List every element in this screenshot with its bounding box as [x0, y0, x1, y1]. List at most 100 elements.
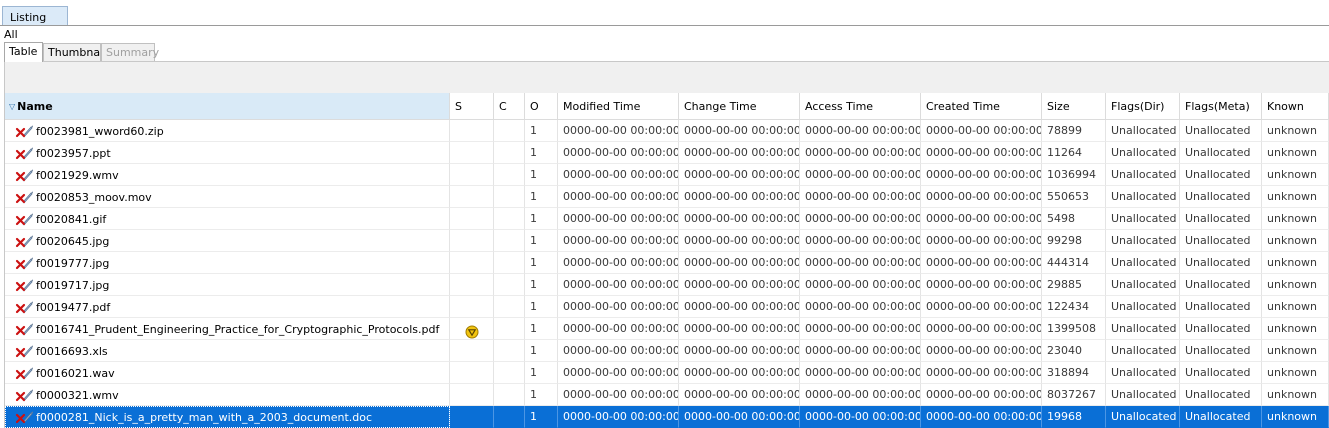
cell-s[interactable] [450, 318, 494, 340]
cell-c[interactable] [494, 208, 525, 230]
table-row[interactable]: f0019777.jpg 1 0000-00-00 00:00:00 0000-00-… [5, 252, 1329, 274]
cell-s[interactable] [450, 230, 494, 252]
cell-modified[interactable]: 0000-00-00 00:00:00 [558, 208, 679, 230]
cell-flags-meta[interactable]: Unallocated [1180, 208, 1262, 230]
cell-name[interactable]: f0016693.xls [5, 340, 450, 362]
cell-flags-meta[interactable]: Unallocated [1180, 274, 1262, 296]
cell-known[interactable]: unknown [1262, 142, 1329, 164]
cell-modified[interactable]: 0000-00-00 00:00:00 [558, 230, 679, 252]
cell-access[interactable]: 0000-00-00 00:00:00 [800, 362, 921, 384]
cell-name[interactable]: f0000321.wmv [5, 384, 450, 406]
cell-flags-dir[interactable]: Unallocated [1106, 318, 1180, 340]
cell-change[interactable]: 0000-00-00 00:00:00 [679, 318, 800, 340]
column-header-flags-meta[interactable]: Flags(Meta) [1180, 93, 1262, 120]
cell-modified[interactable]: 0000-00-00 00:00:00 [558, 296, 679, 318]
cell-s[interactable] [450, 340, 494, 362]
cell-c[interactable] [494, 274, 525, 296]
cell-modified[interactable]: 0000-00-00 00:00:00 [558, 362, 679, 384]
cell-s[interactable] [450, 384, 494, 406]
tab-listing[interactable]: Listing [2, 6, 68, 26]
cell-created[interactable]: 0000-00-00 00:00:00 [921, 318, 1042, 340]
cell-name[interactable]: f0019477.pdf [5, 296, 450, 318]
cell-created[interactable]: 0000-00-00 00:00:00 [921, 120, 1042, 142]
cell-name[interactable]: f0020841.gif [5, 208, 450, 230]
cell-flags-meta[interactable]: Unallocated [1180, 406, 1262, 428]
cell-modified[interactable]: 0000-00-00 00:00:00 [558, 120, 679, 142]
cell-s[interactable] [450, 406, 494, 428]
table-row[interactable]: f0016741_Prudent_Engineering_Practice_fo… [5, 318, 1329, 340]
table-row[interactable]: f0019477.pdf 1 0000-00-00 00:00:00 0000-00-… [5, 296, 1329, 318]
cell-known[interactable]: unknown [1262, 120, 1329, 142]
cell-size[interactable]: 318894 [1042, 362, 1106, 384]
cell-known[interactable]: unknown [1262, 318, 1329, 340]
cell-known[interactable]: unknown [1262, 384, 1329, 406]
table-row[interactable]: f0020645.jpg 1 0000-00-00 00:00:00 0000-00-… [5, 230, 1329, 252]
cell-name[interactable]: f0019717.jpg [5, 274, 450, 296]
table-row[interactable]: f0016693.xls 1 0000-00-00 00:00:00 0000-00-… [5, 340, 1329, 362]
cell-flags-meta[interactable]: Unallocated [1180, 340, 1262, 362]
cell-flags-dir[interactable]: Unallocated [1106, 186, 1180, 208]
cell-s[interactable] [450, 274, 494, 296]
cell-c[interactable] [494, 340, 525, 362]
cell-o[interactable]: 1 [525, 406, 558, 428]
cell-created[interactable]: 0000-00-00 00:00:00 [921, 384, 1042, 406]
column-header-known[interactable]: Known [1262, 93, 1329, 120]
cell-access[interactable]: 0000-00-00 00:00:00 [800, 208, 921, 230]
table-row[interactable]: f0023981_wword60.zip 1 0000-00-00 00:00:00… [5, 120, 1329, 142]
cell-name[interactable]: f0023981_wword60.zip [5, 120, 450, 142]
cell-change[interactable]: 0000-00-00 00:00:00 [679, 164, 800, 186]
cell-o[interactable]: 1 [525, 362, 558, 384]
cell-flags-dir[interactable]: Unallocated [1106, 120, 1180, 142]
cell-o[interactable]: 1 [525, 208, 558, 230]
cell-created[interactable]: 0000-00-00 00:00:00 [921, 406, 1042, 428]
table-row[interactable]: f0000281_Nick_is_a_pretty_man_with_a_200… [5, 406, 1329, 428]
cell-change[interactable]: 0000-00-00 00:00:00 [679, 406, 800, 428]
cell-change[interactable]: 0000-00-00 00:00:00 [679, 296, 800, 318]
cell-c[interactable] [494, 318, 525, 340]
cell-s[interactable] [450, 362, 494, 384]
column-header-name[interactable]: ▽ Name [5, 93, 450, 120]
cell-flags-dir[interactable]: Unallocated [1106, 362, 1180, 384]
cell-known[interactable]: unknown [1262, 362, 1329, 384]
cell-modified[interactable]: 0000-00-00 00:00:00 [558, 340, 679, 362]
cell-size[interactable]: 99298 [1042, 230, 1106, 252]
cell-flags-dir[interactable]: Unallocated [1106, 208, 1180, 230]
cell-flags-dir[interactable]: Unallocated [1106, 406, 1180, 428]
cell-created[interactable]: 0000-00-00 00:00:00 [921, 362, 1042, 384]
cell-created[interactable]: 0000-00-00 00:00:00 [921, 186, 1042, 208]
cell-modified[interactable]: 0000-00-00 00:00:00 [558, 164, 679, 186]
cell-flags-meta[interactable]: Unallocated [1180, 186, 1262, 208]
cell-size[interactable]: 550653 [1042, 186, 1106, 208]
cell-flags-dir[interactable]: Unallocated [1106, 384, 1180, 406]
cell-flags-meta[interactable]: Unallocated [1180, 252, 1262, 274]
cell-modified[interactable]: 0000-00-00 00:00:00 [558, 142, 679, 164]
cell-access[interactable]: 0000-00-00 00:00:00 [800, 252, 921, 274]
cell-flags-meta[interactable]: Unallocated [1180, 318, 1262, 340]
cell-access[interactable]: 0000-00-00 00:00:00 [800, 186, 921, 208]
cell-known[interactable]: unknown [1262, 296, 1329, 318]
cell-change[interactable]: 0000-00-00 00:00:00 [679, 384, 800, 406]
cell-s[interactable] [450, 186, 494, 208]
cell-change[interactable]: 0000-00-00 00:00:00 [679, 142, 800, 164]
cell-size[interactable]: 1399508 [1042, 318, 1106, 340]
cell-s[interactable] [450, 296, 494, 318]
table-row[interactable]: f0020841.gif 1 0000-00-00 00:00:00 0000-00-… [5, 208, 1329, 230]
cell-name[interactable]: f0016021.wav [5, 362, 450, 384]
cell-access[interactable]: 0000-00-00 00:00:00 [800, 296, 921, 318]
cell-o[interactable]: 1 [525, 274, 558, 296]
cell-c[interactable] [494, 230, 525, 252]
cell-size[interactable]: 78899 [1042, 120, 1106, 142]
table-row[interactable]: f0020853_moov.mov 1 0000-00-00 00:00:00 000… [5, 186, 1329, 208]
cell-size[interactable]: 1036994 [1042, 164, 1106, 186]
cell-flags-meta[interactable]: Unallocated [1180, 230, 1262, 252]
table-row[interactable]: f0000321.wmv 1 0000-00-00 00:00:00 0000-00-… [5, 384, 1329, 406]
cell-size[interactable]: 122434 [1042, 296, 1106, 318]
cell-c[interactable] [494, 120, 525, 142]
cell-o[interactable]: 1 [525, 186, 558, 208]
column-header-s[interactable]: S [450, 93, 494, 120]
cell-size[interactable]: 8037267 [1042, 384, 1106, 406]
cell-known[interactable]: unknown [1262, 274, 1329, 296]
cell-s[interactable] [450, 164, 494, 186]
cell-known[interactable]: unknown [1262, 230, 1329, 252]
cell-o[interactable]: 1 [525, 164, 558, 186]
